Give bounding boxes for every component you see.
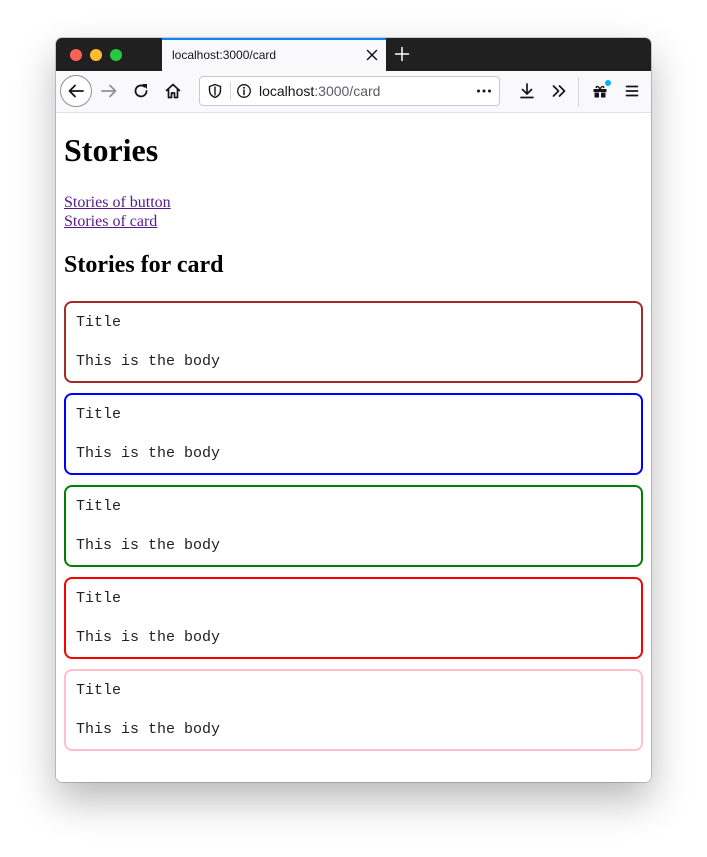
arrow-left-icon [68, 84, 84, 98]
card-body: This is the body [76, 629, 221, 646]
window-close-button[interactable] [70, 49, 82, 61]
arrow-right-icon [101, 84, 117, 98]
home-icon [165, 83, 181, 99]
section-heading: Stories for card [64, 252, 224, 278]
toolbar-divider [578, 77, 579, 107]
shield-icon[interactable] [207, 83, 223, 104]
menu-button[interactable] [620, 79, 644, 103]
chevron-double-right-icon [552, 85, 566, 97]
tab-active[interactable]: localhost:3000/card [162, 38, 386, 71]
notification-dot [605, 80, 611, 86]
card-title: Title [76, 314, 122, 331]
tab-title: localhost:3000/card [172, 48, 277, 62]
card-body: This is the body [76, 353, 221, 370]
hamburger-menu-icon [625, 85, 639, 97]
link-stories-of-button[interactable]: Stories of button [64, 193, 171, 212]
downloads-button[interactable] [515, 79, 539, 103]
card-blue: Title This is the body [64, 393, 643, 475]
card-pink: Title This is the body [64, 669, 643, 751]
card-title: Title [76, 498, 122, 515]
card-title: Title [76, 406, 122, 423]
page-content: Stories Stories of button Stories of car… [56, 113, 651, 782]
home-button[interactable] [161, 79, 185, 103]
navigation-toolbar: localhost:3000/card [56, 71, 651, 113]
card-title: Title [76, 590, 122, 607]
browser-window: localhost:3000/card localhost:3000/card … [56, 38, 651, 782]
card-red: Title This is the body [64, 577, 643, 659]
page-title: Stories [64, 132, 159, 168]
window-maximize-button[interactable] [110, 49, 122, 61]
forward-button[interactable] [97, 79, 121, 103]
card-title: Title [76, 682, 122, 699]
more-horizontal-icon[interactable] [476, 83, 492, 104]
card-brown: Title This is the body [64, 301, 643, 383]
tab-strip: localhost:3000/card [56, 38, 651, 71]
overflow-button[interactable] [547, 79, 571, 103]
link-stories-of-card[interactable]: Stories of card [64, 212, 157, 231]
url-bar[interactable]: localhost:3000/card [199, 76, 500, 106]
url-path: :3000/card [314, 83, 381, 99]
card-body: This is the body [76, 445, 221, 462]
window-minimize-button[interactable] [90, 49, 102, 61]
extensions-button[interactable] [588, 79, 612, 103]
back-button[interactable] [60, 75, 92, 107]
info-icon[interactable] [236, 83, 252, 104]
reload-icon [134, 84, 148, 98]
card-body: This is the body [76, 721, 221, 738]
reload-button[interactable] [129, 79, 153, 103]
card-body: This is the body [76, 537, 221, 554]
url-host: localhost [259, 83, 315, 99]
close-icon[interactable] [364, 47, 380, 63]
card-green: Title This is the body [64, 485, 643, 567]
urlbar-separator [230, 82, 231, 100]
url-text[interactable]: localhost:3000/card [259, 83, 380, 99]
download-icon [520, 83, 534, 99]
plus-icon[interactable] [394, 46, 410, 62]
